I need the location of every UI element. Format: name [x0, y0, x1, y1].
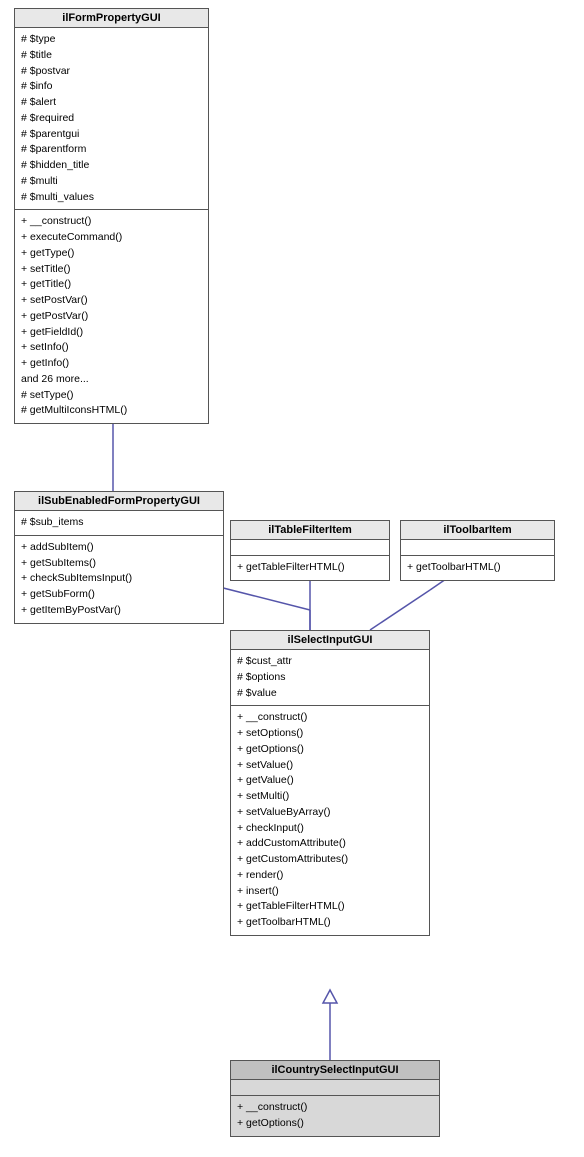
box-fields-ilFormPropertyGUI: # $type # $title # $postvar # $info # $a…	[15, 28, 208, 210]
box-methods-ilFormPropertyGUI: + __construct() + executeCommand() + get…	[15, 210, 208, 423]
box-title-ilSubEnabledFormPropertyGUI: ilSubEnabledFormPropertyGUI	[15, 492, 223, 511]
diagram-container: ilFormPropertyGUI # $type # $title # $po…	[0, 0, 584, 1157]
box-title-ilToolbarItem: ilToolbarItem	[401, 521, 554, 540]
box-ilSelectInputGUI: ilSelectInputGUI # $cust_attr # $options…	[230, 630, 430, 936]
box-methods-ilSubEnabledFormPropertyGUI: + addSubItem() + getSubItems() + checkSu…	[15, 536, 223, 623]
box-ilFormPropertyGUI: ilFormPropertyGUI # $type # $title # $po…	[14, 8, 209, 424]
box-ilSubEnabledFormPropertyGUI: ilSubEnabledFormPropertyGUI # $sub_items…	[14, 491, 224, 624]
box-ilCountrySelectInputGUI: ilCountrySelectInputGUI + __construct() …	[230, 1060, 440, 1137]
box-title-ilCountrySelectInputGUI: ilCountrySelectInputGUI	[231, 1061, 439, 1080]
box-methods-ilCountrySelectInputGUI: + __construct() + getOptions()	[231, 1096, 439, 1136]
box-fields-ilCountrySelectInputGUI	[231, 1080, 439, 1096]
box-ilToolbarItem: ilToolbarItem + getToolbarHTML()	[400, 520, 555, 581]
box-fields-ilSubEnabledFormPropertyGUI: # $sub_items	[15, 511, 223, 536]
box-ilTableFilterItem: ilTableFilterItem + getTableFilterHTML()	[230, 520, 390, 581]
box-fields-ilSelectInputGUI: # $cust_attr # $options # $value	[231, 650, 429, 706]
box-title-ilTableFilterItem: ilTableFilterItem	[231, 521, 389, 540]
box-methods-ilToolbarItem: + getToolbarHTML()	[401, 556, 554, 580]
box-methods-ilSelectInputGUI: + __construct() + setOptions() + getOpti…	[231, 706, 429, 935]
box-methods-ilTableFilterItem: + getTableFilterHTML()	[231, 556, 389, 580]
box-title-ilFormPropertyGUI: ilFormPropertyGUI	[15, 9, 208, 28]
box-fields-ilToolbarItem	[401, 540, 554, 556]
box-title-ilSelectInputGUI: ilSelectInputGUI	[231, 631, 429, 650]
box-fields-ilTableFilterItem	[231, 540, 389, 556]
